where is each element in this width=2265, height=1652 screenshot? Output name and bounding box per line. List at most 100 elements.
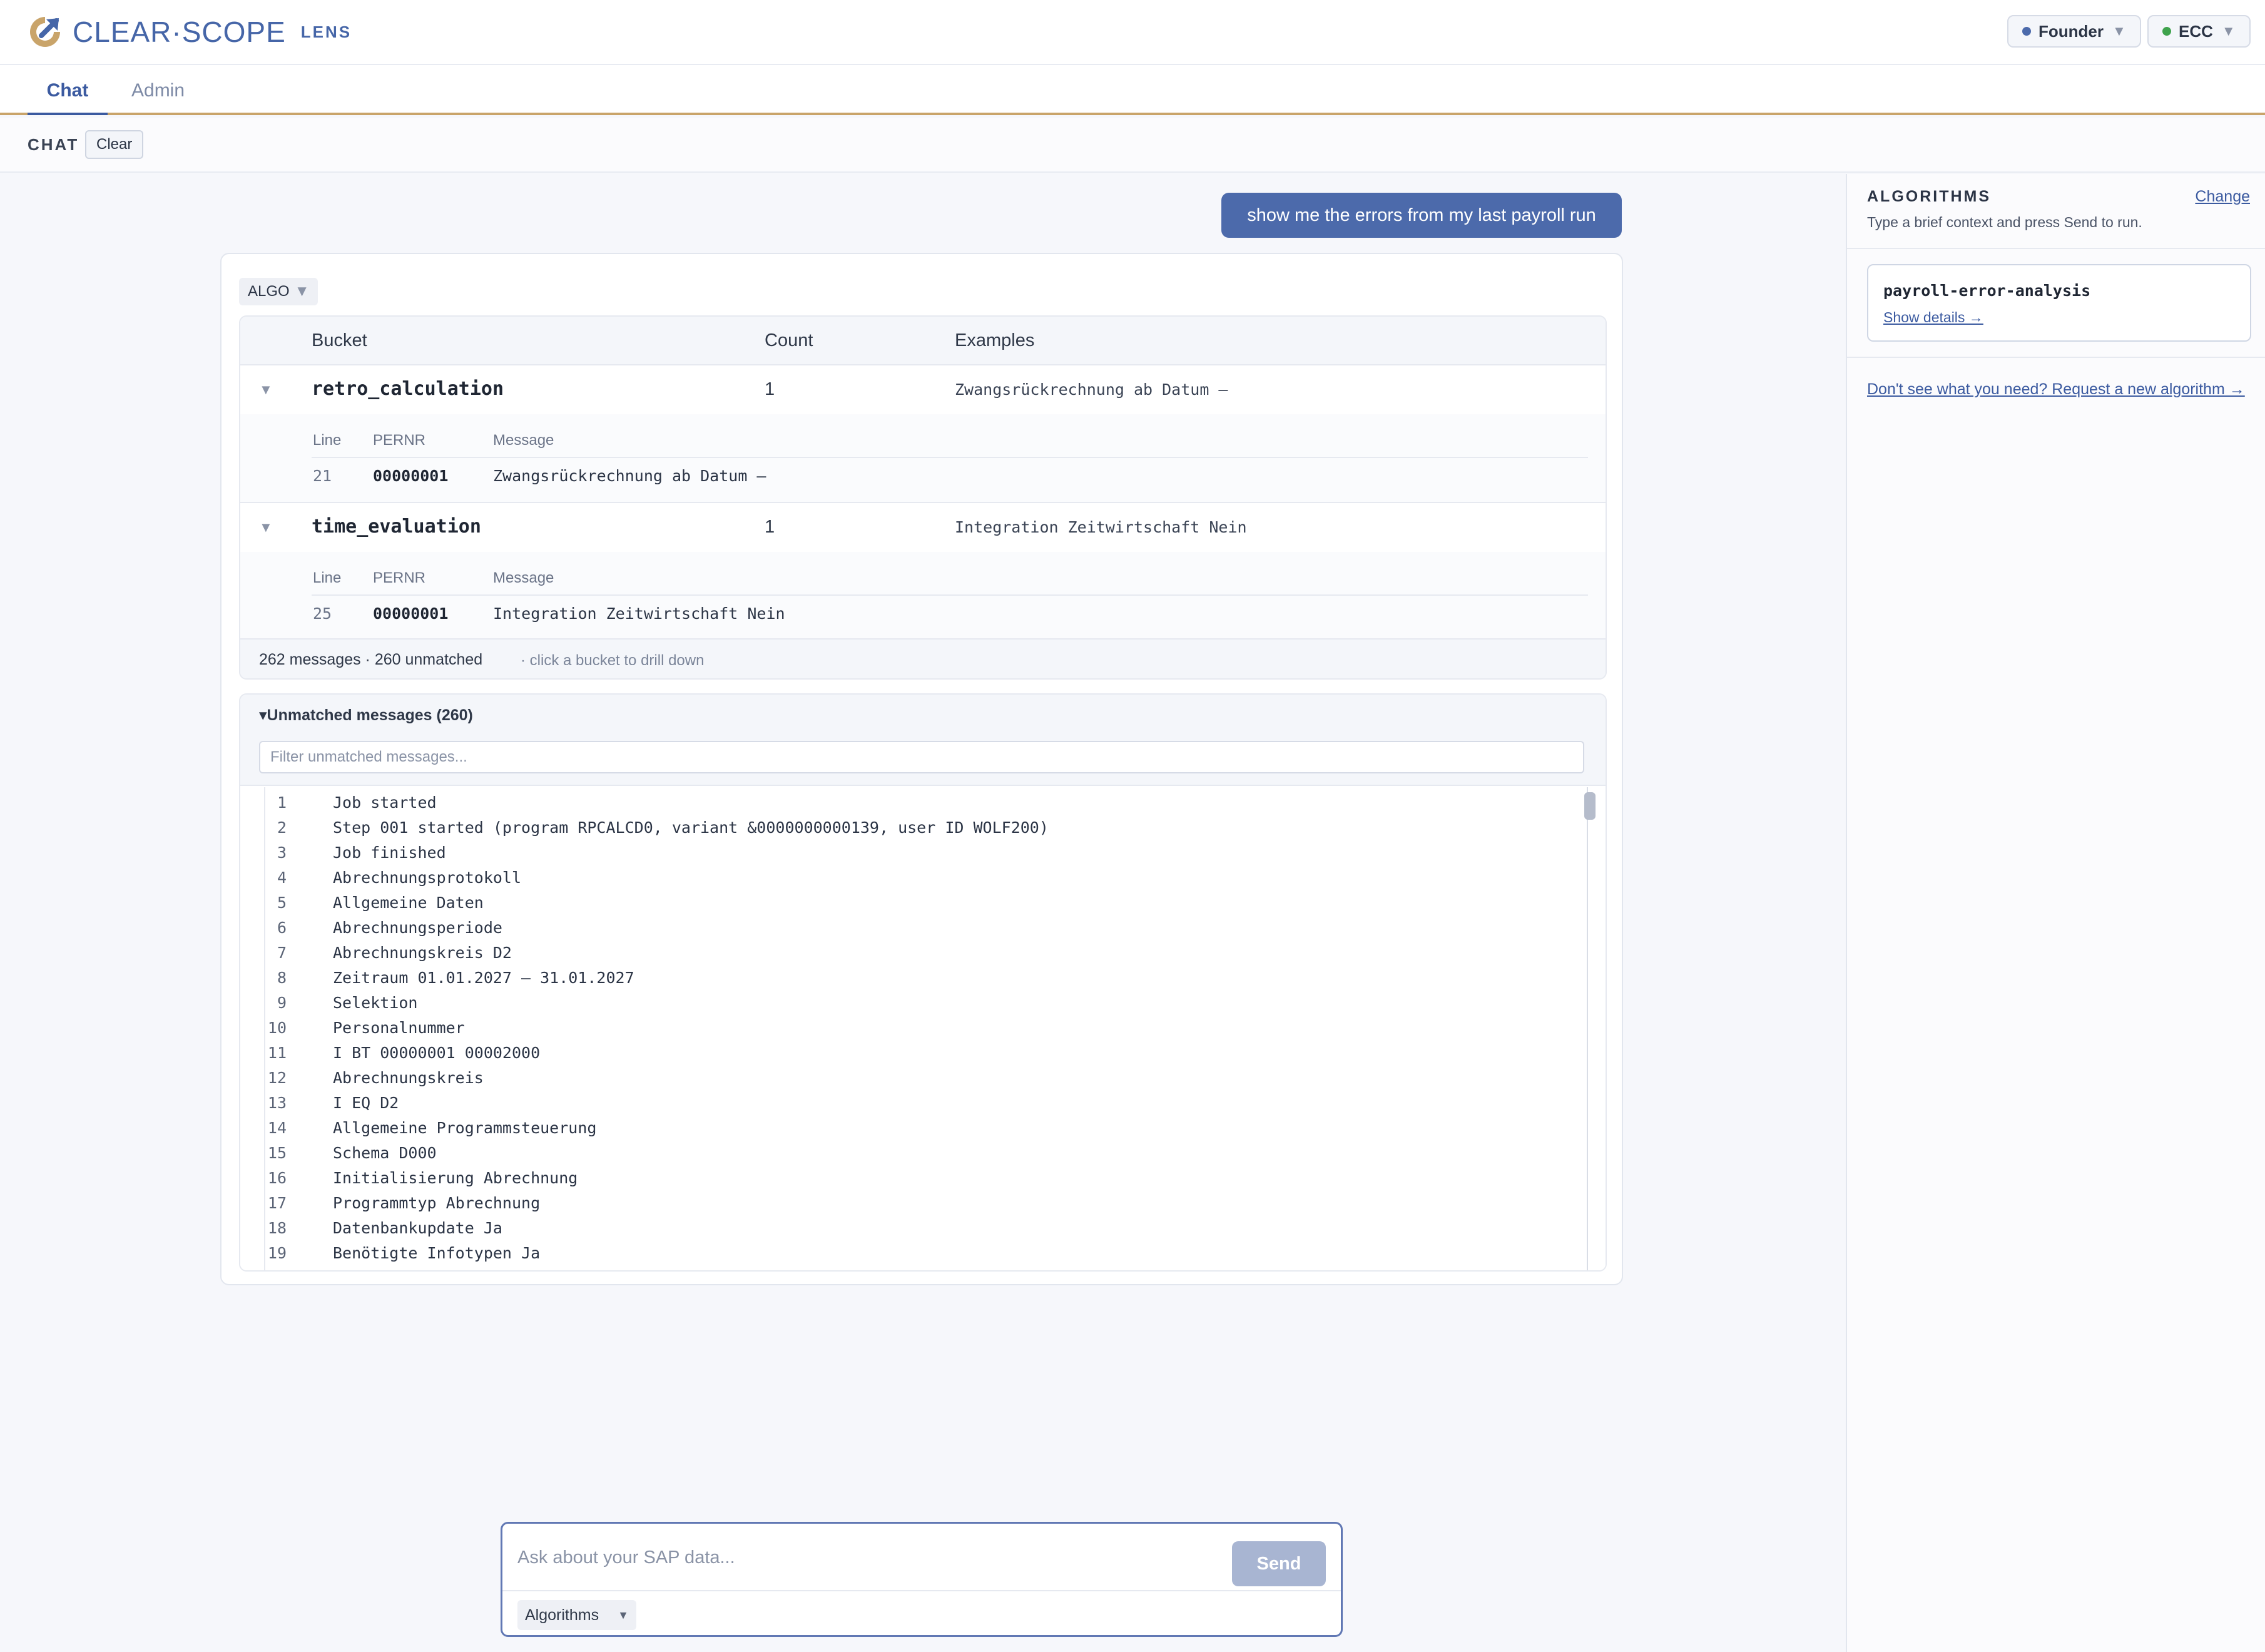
detail-pernr: 00000001 (373, 467, 449, 485)
log-line-number: 3 (277, 844, 287, 862)
unmatched-log[interactable]: 1 Job started 2 Step 001 started (program R… (240, 787, 1606, 1270)
log-line-text: Schema D000 (333, 1144, 437, 1162)
bucket-row-retro-calculation[interactable]: ▼ retro_calculation 1 Zwangsrückrechnung… (240, 365, 1606, 414)
algorithms-dropdown-label: Algorithms (525, 1606, 599, 1624)
chevron-down-icon: ▼ (2112, 23, 2126, 39)
log-line: 5 Allgemeine Daten (240, 890, 1606, 915)
log-line-number: 13 (267, 1094, 287, 1112)
chevron-down-icon[interactable]: ▼ (259, 519, 273, 536)
change-algorithm-link[interactable]: Change (2195, 188, 2250, 206)
log-line-text: Personalnummer (333, 1019, 465, 1037)
drill-down-hint: · click a bucket to drill down (521, 652, 705, 669)
detail-header-message: Message (493, 432, 554, 449)
bucket-row-time-evaluation[interactable]: ▼ time_evaluation 1 Integration Zeitwirt… (240, 503, 1606, 552)
log-line-text: Abrechnungsprotokoll (333, 869, 522, 887)
detail-pernr: 00000001 (373, 604, 449, 623)
column-header-examples: Examples (955, 330, 1035, 350)
detail-divider (312, 594, 1588, 596)
log-line-text: Allgemeine Programmsteuerung (333, 1119, 597, 1137)
unmatched-title: ▾Unmatched messages (260) (259, 706, 473, 724)
log-line-text: Job finished (333, 844, 446, 862)
log-line: 19 Benötigte Infotypen Ja (240, 1240, 1606, 1265)
log-line: 14 Allgemeine Programmsteuerung (240, 1115, 1606, 1140)
detail-header-line: Line (313, 432, 342, 449)
detail-line-number: 25 (313, 604, 332, 623)
sidebar-title: ALGORITHMS (1867, 188, 1992, 205)
column-header-count: Count (765, 330, 813, 350)
algo-toggle[interactable]: ALGO ▼ (239, 278, 318, 305)
sidebar-divider (1847, 248, 2265, 249)
log-line-number: 19 (267, 1244, 287, 1262)
chat-section-label: CHAT (28, 135, 79, 154)
tab-chat[interactable]: Chat (28, 80, 108, 115)
log-line: 9 Selektion (240, 990, 1606, 1015)
log-line: 13 I EQ D2 (240, 1090, 1606, 1115)
log-line-number: 10 (267, 1019, 287, 1037)
detail-message: Zwangsrückrechnung ab Datum – (493, 467, 766, 485)
role-selector[interactable]: Founder ▼ (2007, 15, 2141, 48)
log-line-number: 11 (267, 1044, 287, 1062)
unmatched-toggle[interactable]: ▾Unmatched messages (260) (240, 695, 1606, 735)
send-button[interactable]: Send (1232, 1541, 1326, 1586)
log-line: 11 I BT 00000001 00002000 (240, 1040, 1606, 1065)
unmatched-filter-input[interactable] (259, 741, 1584, 773)
log-line: 7 Abrechnungskreis D2 (240, 940, 1606, 965)
algorithm-card[interactable]: payroll-error-analysis Show details → (1867, 264, 2251, 342)
chat-toolbar: CHAT Clear (0, 118, 2265, 173)
log-line-number: 18 (267, 1219, 287, 1237)
log-line: 18 Datenbankupdate Ja (240, 1215, 1606, 1240)
show-details-link[interactable]: Show details → (1883, 309, 1983, 326)
log-line-number: 4 (277, 869, 287, 887)
chevron-down-icon: ▼ (2221, 23, 2236, 39)
log-line-number: 1 (277, 793, 287, 812)
bucket-name: retro_calculation (312, 378, 504, 400)
system-selector[interactable]: ECC ▼ (2147, 15, 2251, 48)
brand-logo[interactable]: CLEAR·SCOPE LENS (25, 11, 352, 53)
chat-composer: Send Algorithms ▼ (501, 1522, 1343, 1637)
log-line-text: Programmtyp Abrechnung (333, 1194, 541, 1212)
log-line-text: Abrechnungsperiode (333, 919, 502, 937)
clear-chat-button[interactable]: Clear (85, 130, 144, 159)
log-line: 16 Initialisierung Abrechnung (240, 1165, 1606, 1190)
column-header-bucket: Bucket (312, 330, 367, 350)
log-line-text: Benötigte Infotypen Ja (333, 1244, 541, 1262)
bucket-detail-retro-calculation: Line PERNR Message 21 00000001 Zwangsrüc… (240, 414, 1606, 503)
log-line-text: Job started (333, 793, 437, 812)
log-line-number: 15 (267, 1144, 287, 1162)
log-line-number: 16 (267, 1169, 287, 1187)
log-line-text: I BT 00000001 00002000 (333, 1044, 541, 1062)
log-line-number: 6 (277, 919, 287, 937)
bucket-count: 1 (765, 517, 775, 537)
log-line: 17 Programmtyp Abrechnung (240, 1190, 1606, 1215)
log-line: 10 Personalnummer (240, 1015, 1606, 1040)
log-line: 12 Abrechnungskreis (240, 1065, 1606, 1090)
clearscope-logo-icon (30, 17, 60, 47)
chat-input[interactable] (517, 1537, 1143, 1578)
bucket-name: time_evaluation (312, 516, 481, 538)
log-line-text: Zeitraum 01.01.2027 – 31.01.2027 (333, 969, 634, 987)
chevron-down-icon: ▼ (618, 1608, 629, 1621)
chevron-down-icon[interactable]: ▼ (259, 382, 273, 398)
log-line-text: Allgemeine Daten (333, 894, 484, 912)
log-line-number: 12 (267, 1069, 287, 1087)
algorithms-dropdown[interactable]: Algorithms ▼ (517, 1600, 636, 1630)
tab-admin[interactable]: Admin (131, 80, 185, 115)
bucket-count: 1 (765, 379, 775, 399)
user-message-bubble: show me the errors from my last payroll … (1221, 193, 1622, 238)
log-line: 1 Job started (240, 790, 1606, 815)
sidebar-subtitle: Type a brief context and press Send to r… (1867, 214, 2142, 230)
bucket-table: Bucket Count Examples ▼ retro_calculatio… (239, 315, 1607, 680)
log-line: 2 Step 001 started (program RPCALCD0, var… (240, 815, 1606, 840)
log-line-number: 17 (267, 1194, 287, 1212)
log-line-text: Step 001 started (program RPCALCD0, vari… (333, 818, 1049, 837)
log-line: 8 Zeitraum 01.01.2027 – 31.01.2027 (240, 965, 1606, 990)
bucket-summary-bar: 262 messages · 260 unmatched · click a b… (240, 638, 1606, 678)
tab-bar: Chat Admin (0, 65, 2265, 115)
log-line-number: 7 (277, 944, 287, 962)
bucket-example: Zwangsrückrechnung ab Datum – (955, 380, 1228, 399)
log-line-number: 14 (267, 1119, 287, 1137)
log-line: 3 Job finished (240, 840, 1606, 865)
request-algorithm-link[interactable]: Don't see what you need? Request a new a… (1867, 380, 2245, 399)
composer-divider (502, 1590, 1341, 1591)
detail-header-pernr: PERNR (373, 569, 426, 586)
